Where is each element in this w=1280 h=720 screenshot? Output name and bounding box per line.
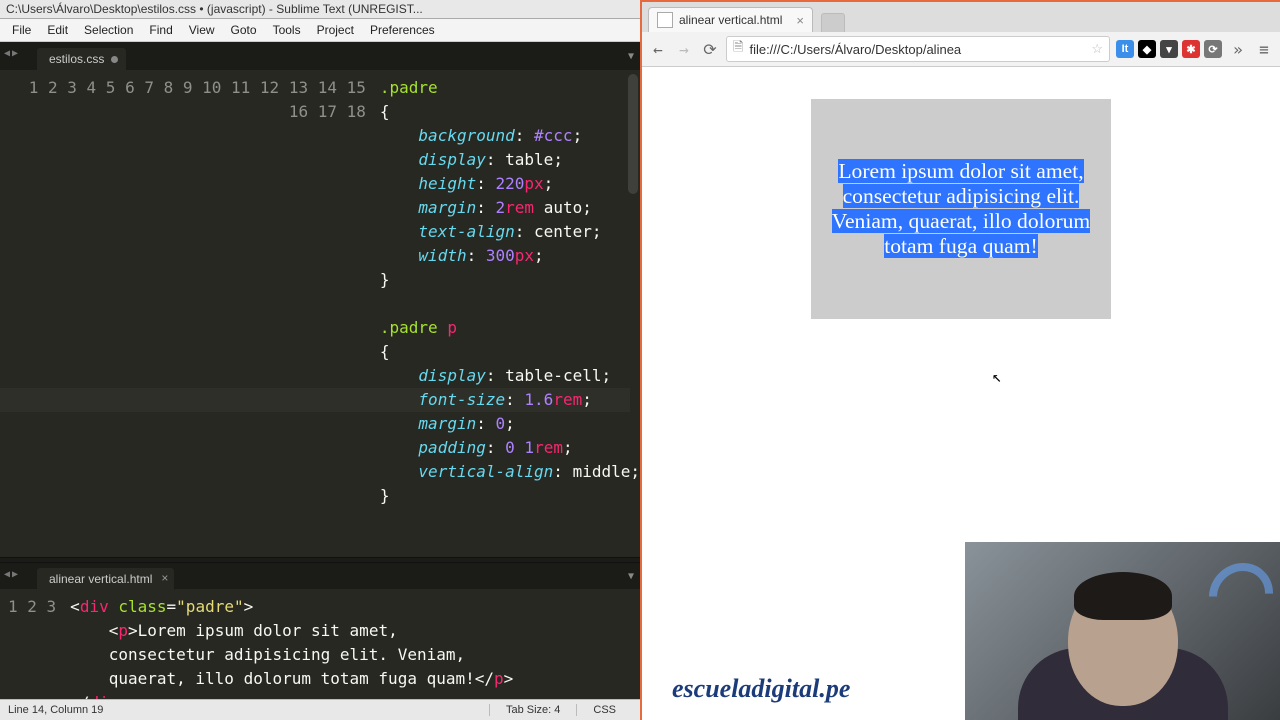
- tab-overflow-icon[interactable]: ▼: [628, 51, 634, 62]
- presenter-face: [1068, 576, 1178, 706]
- favicon-icon: [657, 12, 673, 28]
- webcam-overlay: [965, 542, 1280, 720]
- scrollbar[interactable]: [628, 74, 638, 194]
- extension-icon[interactable]: ▾: [1160, 40, 1178, 58]
- tab-bar-2: ◀▶ alinear vertical.html × ▼: [0, 563, 640, 589]
- editor-pane-2: ◀▶ alinear vertical.html × ▼ 1 2 3 <div …: [0, 563, 640, 699]
- menu-item-view[interactable]: View: [181, 19, 223, 41]
- extension-icon[interactable]: ⟳: [1204, 40, 1222, 58]
- extension-icon[interactable]: ✱: [1182, 40, 1200, 58]
- menu-item-selection[interactable]: Selection: [76, 19, 141, 41]
- menu-bar: FileEditSelectionFindViewGotoToolsProjec…: [0, 19, 640, 42]
- reload-button[interactable]: ⟳: [700, 40, 720, 59]
- browser-toolbar: ← → ⟳ 🗎 file:///C:/Users/Álvaro/Desktop/…: [642, 32, 1280, 67]
- bookmark-icon[interactable]: ☆: [1091, 41, 1103, 57]
- menu-button[interactable]: ≡: [1254, 40, 1274, 59]
- menu-item-goto[interactable]: Goto: [223, 19, 265, 41]
- status-bar: Line 14, Column 19 Tab Size: 4 CSS: [0, 699, 640, 720]
- code-editor-html[interactable]: 1 2 3 <div class="padre"> <p>Lorem ipsum…: [0, 589, 640, 699]
- watermark-brand: escueladigital.pe: [672, 674, 850, 704]
- page-icon: 🗎: [733, 38, 743, 60]
- status-cursor-position: Line 14, Column 19: [8, 704, 103, 716]
- code-content[interactable]: .padre { background: #ccc; display: tabl…: [380, 70, 640, 557]
- browser-tab-title: alinear vertical.html: [679, 13, 782, 27]
- extension-icons: It◆▾✱⟳: [1116, 40, 1222, 58]
- browser-tab[interactable]: alinear vertical.html ×: [648, 7, 813, 32]
- status-syntax[interactable]: CSS: [576, 704, 632, 716]
- tab-label: estilos.css: [49, 52, 104, 66]
- extension-icon[interactable]: ◆: [1138, 40, 1156, 58]
- page-viewport: Lorem ipsum dolor sit amet, consectetur …: [642, 67, 1280, 720]
- line-number-gutter: 1 2 3: [0, 589, 70, 699]
- tab-nav-arrows[interactable]: ◀▶: [4, 48, 20, 59]
- status-tab-size[interactable]: Tab Size: 4: [489, 704, 576, 716]
- rendered-padre-box: Lorem ipsum dolor sit amet, consectetur …: [811, 99, 1111, 319]
- back-button[interactable]: ←: [648, 40, 668, 59]
- tab-bar: ◀▶ estilos.css ▼: [0, 42, 640, 70]
- extension-icon[interactable]: It: [1116, 40, 1134, 58]
- menu-item-project[interactable]: Project: [309, 19, 362, 41]
- address-bar[interactable]: 🗎 file:///C:/Users/Álvaro/Desktop/alinea…: [726, 36, 1110, 62]
- tab-overflow-icon[interactable]: ▼: [628, 571, 634, 582]
- forward-button[interactable]: →: [674, 40, 694, 59]
- chrome-window: alinear vertical.html × ← → ⟳ 🗎 file:///…: [640, 0, 1280, 720]
- menu-item-tools[interactable]: Tools: [265, 19, 309, 41]
- menu-item-preferences[interactable]: Preferences: [362, 19, 443, 41]
- address-url: file:///C:/Users/Álvaro/Desktop/alinea: [749, 42, 961, 57]
- menu-item-find[interactable]: Find: [141, 19, 180, 41]
- code-editor-css[interactable]: 1 2 3 4 5 6 7 8 9 10 11 12 13 14 15 16 1…: [0, 70, 640, 557]
- close-icon[interactable]: ×: [796, 13, 804, 28]
- new-tab-button[interactable]: [821, 13, 845, 32]
- code-content[interactable]: <div class="padre"> <p>Lorem ipsum dolor…: [70, 589, 640, 699]
- browser-tab-strip: alinear vertical.html ×: [642, 2, 1280, 32]
- menu-item-edit[interactable]: Edit: [39, 19, 76, 41]
- dirty-indicator-icon: [111, 56, 118, 63]
- window-title: C:\Users\Álvaro\Desktop\estilos.css • (j…: [0, 0, 640, 19]
- tab-alinear-html[interactable]: alinear vertical.html ×: [36, 567, 175, 590]
- sublime-text-window: C:\Users\Álvaro\Desktop\estilos.css • (j…: [0, 0, 640, 720]
- menu-item-file[interactable]: File: [4, 19, 39, 41]
- close-icon[interactable]: ×: [161, 571, 168, 585]
- mouse-cursor-icon: ↖: [992, 367, 1002, 386]
- tab-label: alinear vertical.html: [49, 572, 152, 586]
- overflow-button[interactable]: »: [1228, 40, 1248, 59]
- line-number-gutter: 1 2 3 4 5 6 7 8 9 10 11 12 13 14 15 16 1…: [0, 70, 380, 557]
- rendered-paragraph: Lorem ipsum dolor sit amet, consectetur …: [811, 99, 1111, 319]
- tab-estilos-css[interactable]: estilos.css: [36, 47, 127, 70]
- tab-nav-arrows[interactable]: ◀▶: [4, 569, 20, 580]
